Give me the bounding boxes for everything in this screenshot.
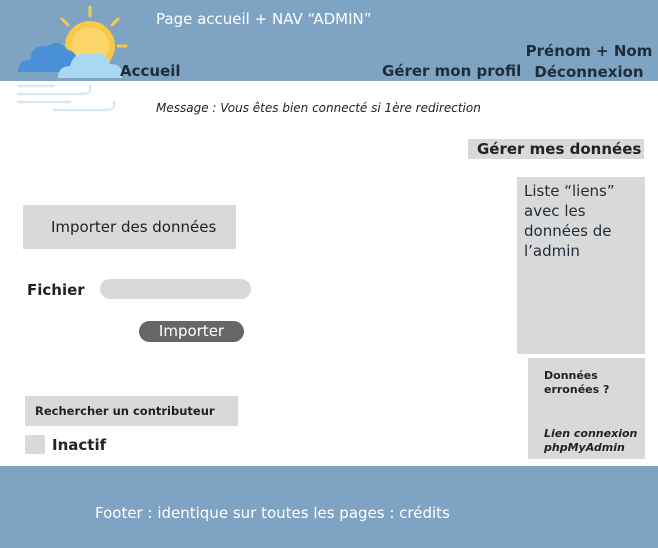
import-section-title: Importer des données (23, 205, 236, 249)
import-button-label: Importer (158, 322, 225, 340)
page-title: Page accueil + NAV “ADMIN” (156, 10, 372, 28)
nav-home-link[interactable]: Accueil (120, 62, 181, 80)
admin-links-text: Liste “liens” avec les données de l’admi… (524, 182, 615, 260)
admin-links-panel: Liste “liens” avec les données de l’admi… (517, 177, 645, 354)
sun-cloud-wind-icon (16, 5, 128, 112)
file-input[interactable] (100, 279, 251, 299)
inactive-label: Inactif (52, 436, 107, 454)
user-menu: Prénom + Nom Déconnexion (520, 41, 658, 83)
search-contributor-input[interactable]: Rechercher un contributeur (25, 396, 238, 426)
manage-data-label: Gérer mes données (477, 140, 642, 158)
nav-profile-link[interactable]: Gérer mon profil (382, 62, 521, 80)
data-error-box: Données erronées ? Lien connexion phpMyA… (528, 358, 645, 459)
import-button[interactable]: Importer (139, 321, 244, 342)
redirect-message: Message : Vous êtes bien connecté si 1èr… (156, 101, 481, 115)
import-section-label: Importer des données (51, 218, 217, 236)
data-error-question: Données erronées ? (544, 369, 610, 396)
manage-data-button[interactable]: Gérer mes données (468, 139, 644, 159)
logout-link[interactable]: Déconnexion (534, 63, 643, 81)
inactive-checkbox[interactable] (25, 435, 45, 454)
search-contributor-label: Rechercher un contributeur (35, 404, 215, 418)
footer-credits: Footer : identique sur toutes les pages … (95, 504, 450, 522)
file-label: Fichier (27, 281, 85, 299)
user-name: Prénom + Nom (525, 42, 653, 60)
phpmyadmin-link[interactable]: Lien connexion phpMyAdmin (544, 427, 644, 455)
